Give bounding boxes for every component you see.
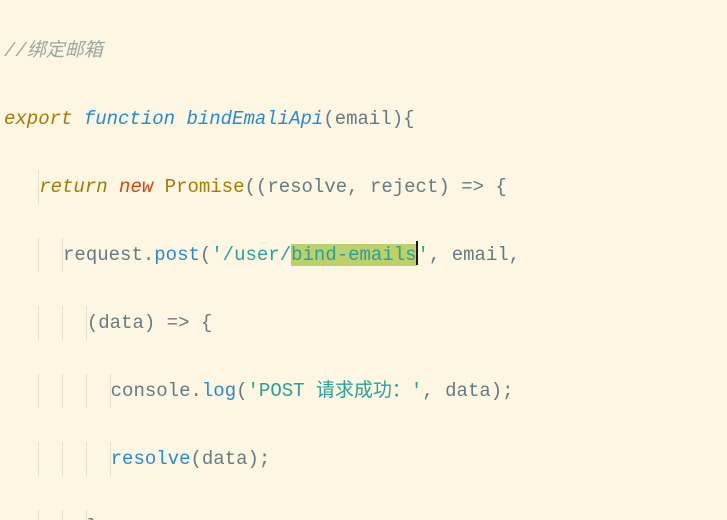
param: reject (370, 176, 438, 198)
string-literal: '/user/ (211, 244, 291, 266)
keyword-return: return (39, 176, 107, 198)
comment: //绑定邮箱 (4, 40, 103, 62)
keyword-function: function (84, 108, 175, 130)
method: log (202, 380, 236, 402)
selection-highlight: bind-emails (291, 244, 416, 266)
string-literal: ' (418, 244, 429, 266)
param: resolve (267, 176, 347, 198)
object: request (63, 244, 143, 266)
code-line: request.post('/user/bind-emails', email, (4, 238, 723, 272)
param: email (335, 108, 392, 130)
call: resolve (111, 448, 191, 470)
code-line: (data) => { (4, 306, 723, 340)
identifier: email (452, 244, 509, 266)
keyword-export: export (4, 108, 72, 130)
method: post (154, 244, 200, 266)
code-line: resolve(data); (4, 442, 723, 476)
code-line: //绑定邮箱 (4, 34, 723, 68)
code-editor: //绑定邮箱 export function bindEmaliApi(emai… (0, 0, 727, 520)
keyword-new: new (119, 176, 153, 198)
code-line: export function bindEmaliApi(email){ (4, 102, 723, 136)
identifier: data (202, 448, 248, 470)
type-promise: Promise (165, 176, 245, 198)
code-line: console.log('POST 请求成功：', data); (4, 374, 723, 408)
string-literal: 'POST 请求成功：' (248, 380, 423, 402)
object: console (111, 380, 191, 402)
param: data (98, 312, 144, 334)
identifier: data (445, 380, 491, 402)
code-line: return new Promise((resolve, reject) => … (4, 170, 723, 204)
code-line: }, (4, 510, 723, 520)
function-name: bindEmaliApi (186, 108, 323, 130)
